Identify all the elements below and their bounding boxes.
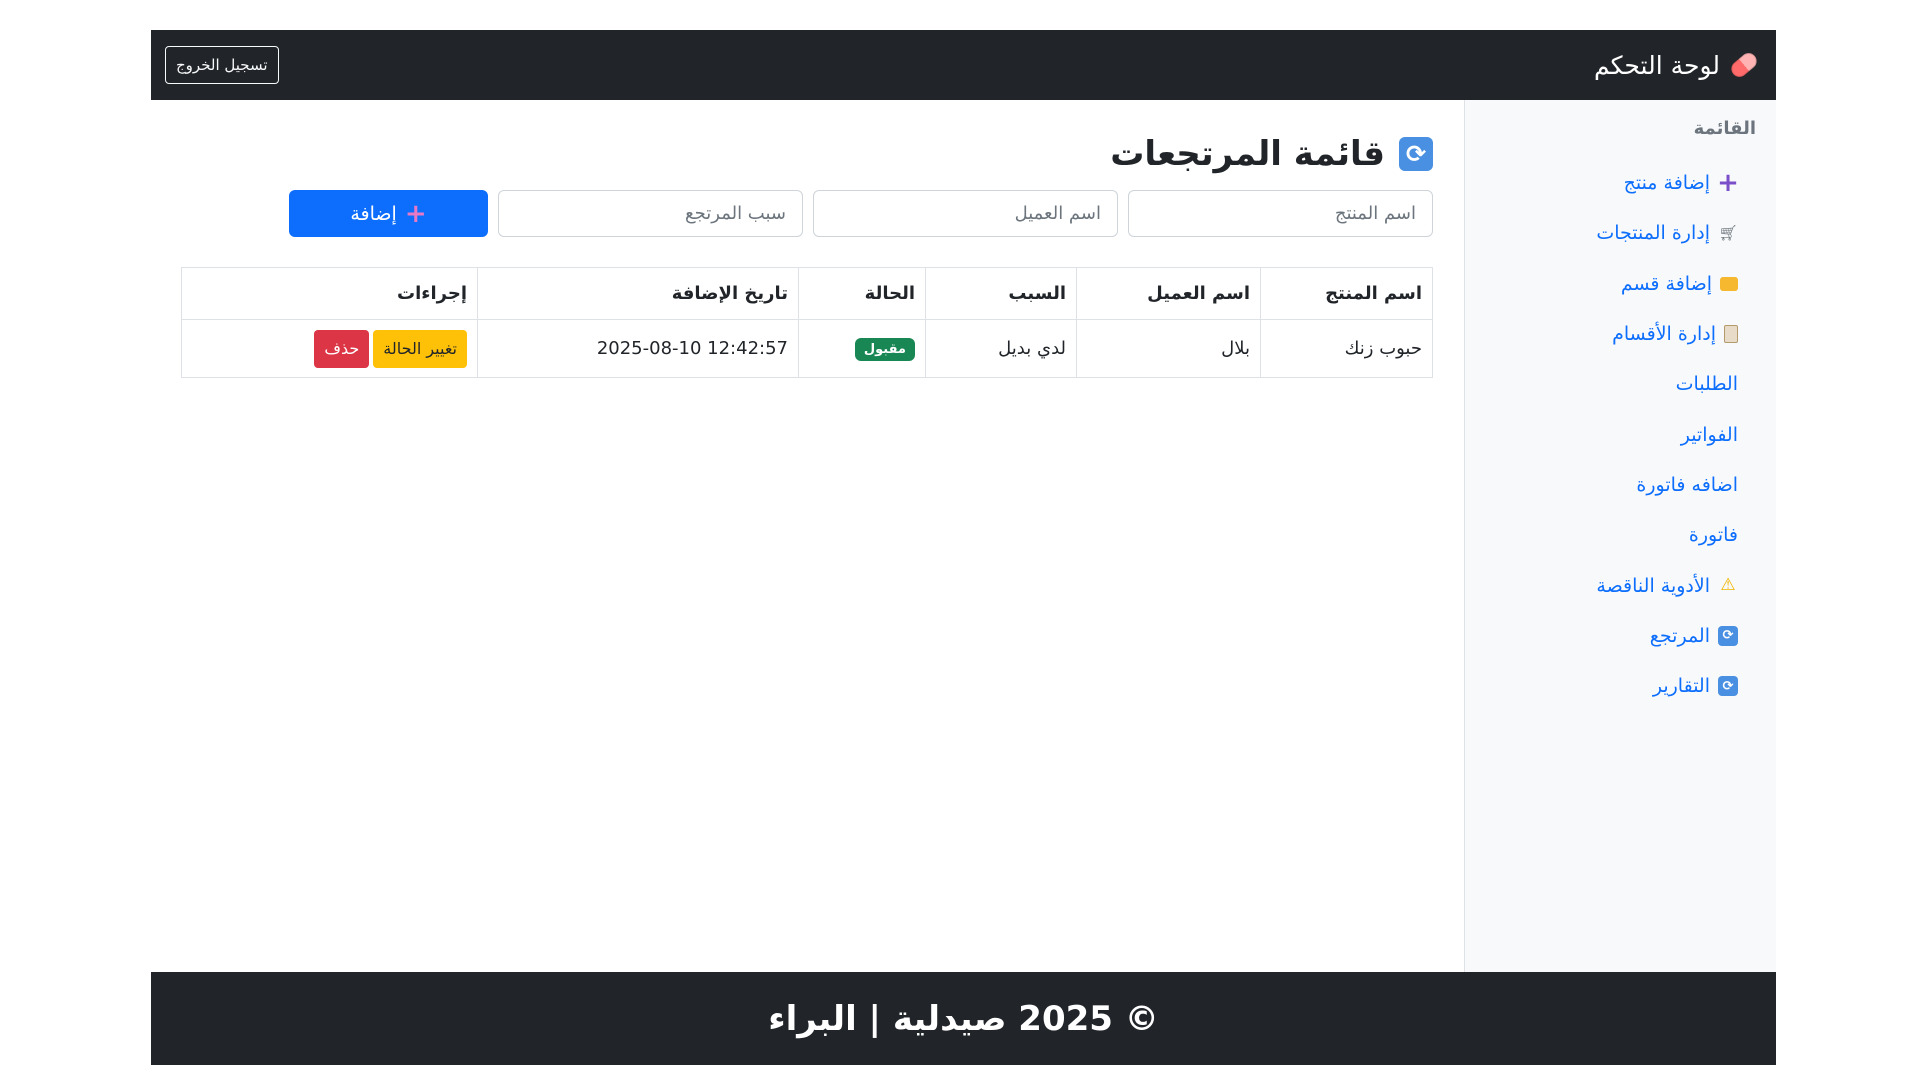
- cell-status: مقبول: [798, 319, 926, 378]
- page-title: ⟳ قائمة المرتجعات: [181, 134, 1433, 174]
- column-header-status: الحالة: [798, 267, 926, 320]
- sidebar-item-label: التقارير: [1652, 675, 1710, 698]
- cell-actions: تغيير الحالةحذف: [181, 319, 478, 378]
- app-frame: لوحة التحكم تسجيل الخروج القائمة + إضافة…: [151, 30, 1776, 1065]
- sidebar-item-label: إضافة منتج: [1623, 172, 1710, 195]
- sidebar-title: القائمة: [1693, 118, 1756, 139]
- sidebar-item-label: الأدوية الناقصة: [1596, 574, 1710, 597]
- sidebar-item-manage-categories[interactable]: إدارة الأقسام: [1485, 309, 1756, 359]
- sidebar-item-invoices[interactable]: الفواتير: [1485, 409, 1756, 459]
- navbar-brand[interactable]: لوحة التحكم: [1593, 49, 1760, 81]
- add-return-button[interactable]: + إضافة: [289, 190, 488, 237]
- sidebar-item-label: فاتورة: [1688, 524, 1738, 547]
- status-badge: مقبول: [854, 337, 915, 361]
- delete-button[interactable]: حذف: [314, 329, 370, 368]
- sidebar-item-add-product[interactable]: + إضافة منتج: [1485, 158, 1756, 208]
- table-row: حبوب زنك بلال لدي بديل مقبول 2025-08-10 …: [181, 319, 1433, 378]
- warning-icon: ⚠: [1720, 575, 1736, 596]
- refresh-icon: ⟳: [1399, 137, 1433, 171]
- sidebar-item-manage-products[interactable]: 🛒︎ إدارة المنتجات: [1485, 208, 1756, 258]
- returns-table: اسم المنتج اسم العميل السبب الحالة تاريخ…: [181, 267, 1433, 378]
- cell-product: حبوب زنك: [1260, 319, 1433, 378]
- top-navbar: لوحة التحكم تسجيل الخروج: [151, 30, 1776, 100]
- pill-icon: [1728, 49, 1760, 81]
- sidebar-item-label: الفواتير: [1680, 423, 1738, 446]
- sidebar-item-reports[interactable]: ⟳ التقارير: [1485, 661, 1756, 711]
- customer-name-input[interactable]: [813, 190, 1118, 237]
- clipboard-icon: [1724, 325, 1738, 344]
- add-button-label: إضافة: [350, 202, 397, 225]
- sidebar-item-label: اضافه فاتورة: [1636, 473, 1738, 496]
- sidebar-item-missing-medicines[interactable]: ⚠ الأدوية الناقصة: [1485, 560, 1756, 610]
- product-name-input[interactable]: [1128, 190, 1433, 237]
- sidebar-item-label: إدارة المنتجات: [1596, 222, 1710, 245]
- brand-label: لوحة التحكم: [1593, 50, 1720, 80]
- refresh-icon: ⟳: [1718, 625, 1738, 646]
- column-header-reason: السبب: [925, 267, 1077, 320]
- sidebar-item-label: إضافة قسم: [1620, 272, 1712, 295]
- page-title-label: قائمة المرتجعات: [1110, 134, 1385, 174]
- sidebar-item-invoice[interactable]: فاتورة: [1485, 510, 1756, 560]
- column-header-date: تاريخ الإضافة: [477, 267, 799, 320]
- return-reason-input[interactable]: [498, 190, 803, 237]
- cell-reason: لدي بديل: [925, 319, 1077, 378]
- sidebar-item-add-invoice[interactable]: اضافه فاتورة: [1485, 460, 1756, 510]
- column-header-customer: اسم العميل: [1076, 267, 1261, 320]
- date-value: 2025-08-10 12:42:57: [596, 338, 788, 359]
- folder-icon: [1720, 276, 1738, 291]
- add-return-form: + إضافة: [181, 190, 1433, 237]
- column-header-actions: إجراءات: [181, 267, 478, 320]
- sidebar-item-returns[interactable]: ⟳ المرتجع: [1485, 611, 1756, 661]
- cart-icon: 🛒︎: [1718, 223, 1738, 242]
- footer: © 2025 صيدلية | البراء: [151, 972, 1776, 1065]
- sidebar: القائمة + إضافة منتج 🛒︎ إدارة المنتجات إ…: [1464, 100, 1776, 972]
- sidebar-item-label: الطلبات: [1675, 373, 1738, 396]
- sidebar-item-add-category[interactable]: إضافة قسم: [1485, 259, 1756, 309]
- cell-customer: بلال: [1076, 319, 1261, 378]
- change-status-button[interactable]: تغيير الحالة: [373, 329, 467, 368]
- logout-button[interactable]: تسجيل الخروج: [165, 46, 279, 84]
- plus-icon: +: [404, 198, 427, 229]
- column-header-product: اسم المنتج: [1260, 267, 1433, 320]
- main-content: ⟳ قائمة المرتجعات + إضافة اسم المنتج اسم…: [181, 100, 1433, 378]
- sidebar-item-label: إدارة الأقسام: [1612, 323, 1716, 346]
- cell-date: 2025-08-10 12:42:57: [477, 319, 799, 378]
- table-header-row: اسم المنتج اسم العميل السبب الحالة تاريخ…: [181, 267, 1433, 320]
- footer-text: © 2025 صيدلية | البراء: [768, 998, 1159, 1039]
- sidebar-item-orders[interactable]: الطلبات: [1485, 359, 1756, 409]
- plus-icon: +: [1717, 168, 1739, 199]
- refresh-icon: ⟳: [1718, 676, 1738, 697]
- sidebar-item-label: المرتجع: [1649, 624, 1710, 647]
